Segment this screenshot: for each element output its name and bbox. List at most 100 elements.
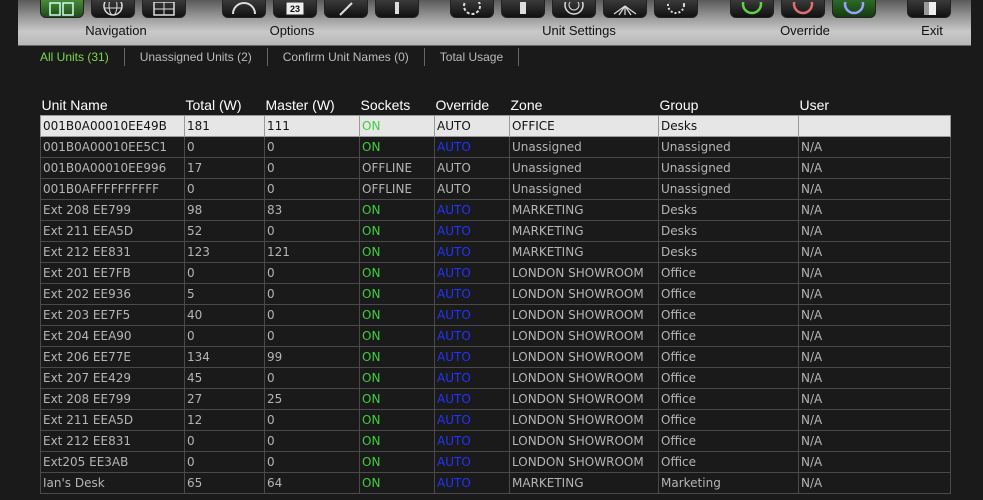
override-off-icon[interactable] (781, 0, 825, 18)
cell-group: Unassigned (658, 156, 799, 179)
table-row[interactable]: Ext 206 EE77E 134 99 ON AUTO LONDON SHOWROOM O… (40, 345, 951, 368)
cell-override: AUTO (434, 303, 510, 326)
column-header-master-w[interactable]: Master (W) (265, 95, 360, 115)
cell-total-w: 123 (184, 240, 265, 263)
cell-override: AUTO (434, 135, 510, 158)
override-on-icon[interactable] (730, 0, 774, 18)
cell-total-w: 0 (184, 324, 265, 347)
column-header-unit-name[interactable]: Unit Name (41, 95, 185, 115)
cell-group: Office (658, 387, 799, 410)
cell-total-w: 134 (184, 345, 265, 368)
cell-unit-name: Ext205 EE3AB (40, 450, 185, 473)
cell-unit-name: Ext 212 EE831 (40, 429, 185, 452)
column-header-user[interactable]: User (799, 95, 951, 115)
units-table-wrapper: Unit Name Total (W) Master (W) Sockets Overr… (40, 95, 951, 494)
cell-user: N/A (798, 240, 951, 263)
cell-user: N/A (798, 177, 951, 200)
dial-icon[interactable] (552, 0, 596, 18)
cell-override: AUTO (434, 429, 510, 452)
cell-override: AUTO (434, 282, 510, 305)
table-row[interactable]: Ext205 EE3AB 0 0 ON AUTO LONDON SHOWROOM Offic… (40, 450, 951, 473)
cell-master-w: 0 (264, 303, 360, 326)
cell-zone: Unassigned (509, 135, 659, 158)
tab-confirm-unit-names[interactable]: Confirm Unit Names (0) (268, 48, 425, 66)
tab-all-units[interactable]: All Units (31) (30, 48, 125, 66)
table-row[interactable]: Ext 208 EE799 98 83 ON AUTO MARKETING Desks N/A (40, 198, 951, 221)
cell-total-w: 0 (184, 261, 265, 284)
dashboard-icon[interactable] (222, 0, 266, 18)
table-row[interactable]: Ext 204 EEA90 0 0 ON AUTO LONDON SHOWROOM Offi… (40, 324, 951, 347)
cell-master-w: 0 (264, 219, 360, 242)
exit-door-icon[interactable] (907, 0, 951, 18)
gear-icon[interactable] (450, 0, 494, 18)
calendar-icon[interactable]: 23 (273, 0, 317, 18)
cell-group: Office (658, 366, 799, 389)
cell-user: N/A (798, 261, 951, 284)
unit-tabs: All Units (31) Unassigned Units (2) Conf… (30, 46, 520, 68)
table-row[interactable]: Ext 203 EE7F5 40 0 ON AUTO LONDON SHOWROOM Off… (40, 303, 951, 326)
cell-group: Marketing (658, 471, 799, 494)
cell-master-w: 0 (264, 429, 360, 452)
cell-sockets: ON (359, 450, 435, 473)
grid-view-icon[interactable] (40, 0, 84, 18)
table-row[interactable]: Ext 201 EE7FB 0 0 ON AUTO LONDON SHOWROOM Offi… (40, 261, 951, 284)
cell-override: AUTO (434, 114, 510, 137)
cell-override: AUTO (434, 345, 510, 368)
cell-zone: Unassigned (509, 156, 659, 179)
column-header-total-w[interactable]: Total (W) (185, 95, 265, 115)
cell-sockets: OFFLINE (359, 156, 435, 179)
cell-group: Unassigned (658, 135, 799, 158)
cell-total-w: 12 (184, 408, 265, 431)
override-auto-icon[interactable] (832, 0, 876, 18)
cell-sockets: ON (359, 366, 435, 389)
cell-unit-name: Ext 201 EE7FB (40, 261, 185, 284)
table-row[interactable]: Ext 208 EE799 27 25 ON AUTO LONDON SHOWROOM Of… (40, 387, 951, 410)
column-header-zone[interactable]: Zone (510, 95, 659, 115)
plug-icon[interactable] (501, 0, 545, 18)
unit-settings-group: Unit Settings (450, 0, 708, 46)
globe-icon[interactable] (91, 0, 135, 18)
cell-user: N/A (798, 450, 951, 473)
table-row[interactable]: 001B0A00010EE996 17 0 OFFLINE AUTO Unassigned… (40, 156, 951, 179)
cell-override: AUTO (434, 156, 510, 179)
tab-total-usage[interactable]: Total Usage (425, 48, 520, 66)
lever-icon[interactable] (375, 0, 419, 18)
cell-master-w: 0 (264, 408, 360, 431)
cell-zone: MARKETING (509, 471, 659, 494)
table-row[interactable]: 001B0A00010EE5C1 0 0 ON AUTO Unassigned Unassi… (40, 135, 951, 158)
cell-total-w: 181 (184, 114, 265, 137)
table-header-row: Unit Name Total (W) Master (W) Sockets Overr… (41, 95, 951, 115)
cell-zone: LONDON SHOWROOM (509, 303, 659, 326)
cell-group: Desks (658, 114, 799, 137)
wrench-icon[interactable] (324, 0, 368, 18)
table-row[interactable]: Ext 212 EE831 0 0 ON AUTO LONDON SHOWROOM Offi… (40, 429, 951, 452)
tab-unassigned-units[interactable]: Unassigned Units (2) (125, 48, 268, 66)
table-row[interactable]: Ext 211 EEA5D 12 0 ON AUTO LONDON SHOWROOM Off… (40, 408, 951, 431)
table-view-icon[interactable] (142, 0, 186, 18)
cell-zone: LONDON SHOWROOM (509, 387, 659, 410)
cell-master-w: 0 (264, 450, 360, 473)
column-header-group[interactable]: Group (659, 95, 799, 115)
cell-user: N/A (798, 345, 951, 368)
burst-icon[interactable] (603, 0, 647, 18)
table-row[interactable]: Ext 207 EE429 45 0 ON AUTO LONDON SHOWROOM Off… (40, 366, 951, 389)
cell-sockets: ON (359, 324, 435, 347)
table-row[interactable]: 001B0AFFFFFFFFFF 0 0 OFFLINE AUTO Unassigned U… (40, 177, 951, 200)
cell-override: AUTO (434, 387, 510, 410)
table-row[interactable]: 001B0A00010EE49B 181 111 ON AUTO OFFICE Desks (40, 114, 951, 137)
table-row[interactable]: Ian's Desk 65 64 ON AUTO MARKETING Marketing N/… (40, 471, 951, 494)
table-row[interactable]: Ext 212 EE831 123 121 ON AUTO MARKETING Desks N… (40, 240, 951, 263)
column-header-sockets[interactable]: Sockets (360, 95, 435, 115)
exit-label: Exit (921, 23, 943, 38)
cell-sockets: ON (359, 240, 435, 263)
cell-override: AUTO (434, 471, 510, 494)
table-row[interactable]: Ext 211 EEA5D 52 0 ON AUTO MARKETING Desks N/A (40, 219, 951, 242)
column-header-override[interactable]: Override (435, 95, 510, 115)
cell-total-w: 0 (184, 450, 265, 473)
cell-zone: LONDON SHOWROOM (509, 429, 659, 452)
cell-unit-name: 001B0A00010EE996 (40, 156, 185, 179)
table-row[interactable]: Ext 202 EE936 5 0 ON AUTO LONDON SHOWROOM Offi… (40, 282, 951, 305)
loading-icon[interactable] (654, 0, 698, 18)
cell-unit-name: 001B0A00010EE49B (40, 114, 185, 137)
cell-sockets: ON (359, 282, 435, 305)
